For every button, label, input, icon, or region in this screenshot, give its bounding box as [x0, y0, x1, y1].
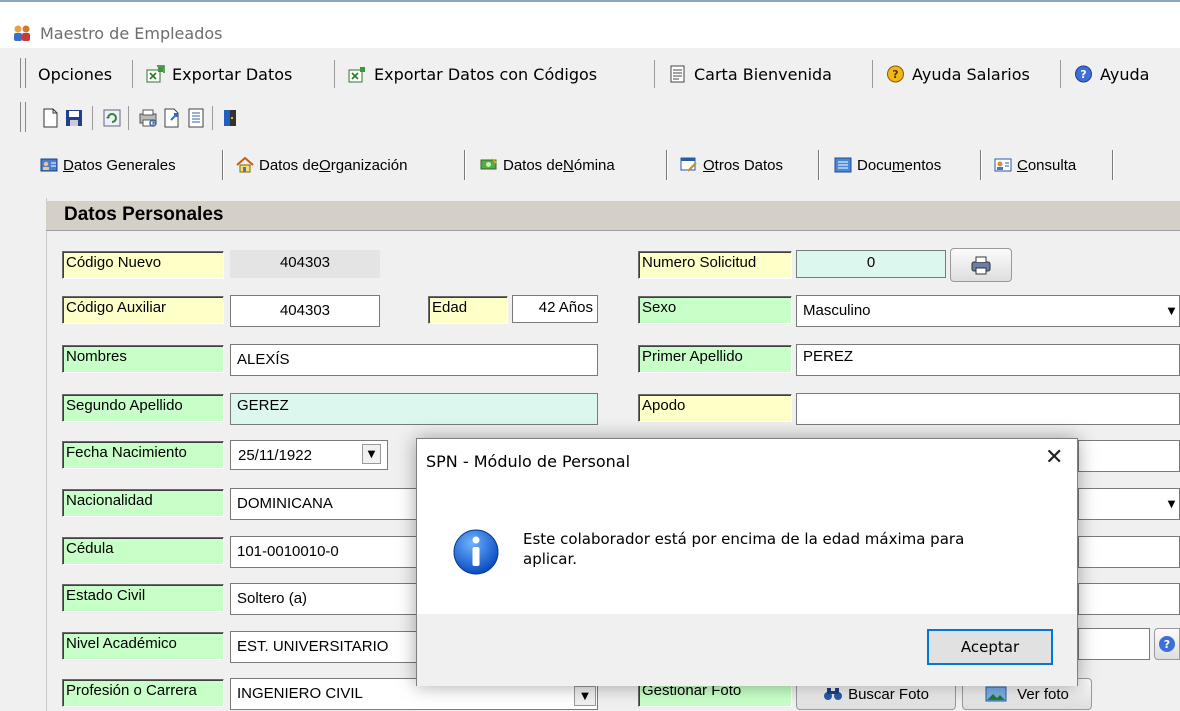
tab-consulta[interactable]: Consulta: [994, 152, 1076, 178]
tab-documentos[interactable]: Docu m entos: [834, 152, 941, 178]
apodo-field[interactable]: [796, 393, 1180, 425]
window-title: Maestro de Empleados: [40, 24, 223, 43]
chevron-down-icon: ▼: [581, 690, 589, 702]
menu-exportar-datos-codigos[interactable]: Exportar Datos con Códigos: [348, 62, 597, 86]
nombres-field[interactable]: ALEXÍS: [230, 344, 598, 376]
tab-datos-generales[interactable]: Datos Generales: [40, 152, 176, 178]
id-card-icon: [40, 158, 58, 172]
help-button[interactable]: ?: [1154, 628, 1180, 660]
save-icon[interactable]: [64, 108, 84, 128]
export-document-icon[interactable]: [162, 108, 182, 128]
picture-icon: [985, 686, 1007, 702]
label-profesion: Profesión o Carrera: [62, 679, 224, 707]
hidden-field-5[interactable]: [1078, 628, 1150, 660]
hidden-field-3[interactable]: [1078, 536, 1180, 568]
label-estado-civil: Estado Civil: [62, 584, 224, 612]
sexo-select[interactable]: Masculino: [796, 295, 1180, 327]
svg-text:?: ?: [892, 68, 898, 81]
documents-icon: [834, 157, 852, 173]
label-codigo-auxiliar: Código Auxiliar: [62, 296, 224, 324]
toolbar-grip[interactable]: [20, 102, 26, 132]
chevron-down-icon: ▼: [1167, 498, 1176, 510]
menu-grip[interactable]: [20, 58, 26, 88]
home-icon: [236, 157, 254, 173]
menu-carta-bienvenida[interactable]: Carta Bienvenida: [668, 62, 832, 86]
numero-solicitud-field[interactable]: 0: [796, 250, 946, 278]
binoculars-icon: [824, 688, 843, 700]
label-nombres: Nombres: [62, 345, 224, 373]
icon-toolbar: [0, 98, 1180, 136]
tab-strip: Datos Generales Datos de Organización Da…: [0, 142, 1180, 188]
svg-text:?: ?: [1080, 68, 1086, 81]
window-edit-icon: [680, 157, 697, 172]
info-icon: [453, 529, 499, 575]
segundo-apellido-field[interactable]: GEREZ: [230, 393, 598, 425]
chevron-down-icon: ▼: [1167, 305, 1176, 317]
primer-apellido-field[interactable]: PEREZ: [796, 344, 1180, 376]
label-sexo: Sexo: [638, 296, 792, 324]
new-document-icon[interactable]: [40, 108, 60, 128]
help-icon: ?: [1075, 65, 1092, 83]
excel-export-icon: [348, 67, 365, 83]
label-apodo: Apodo: [638, 394, 792, 422]
dialog-footer: Aceptar: [417, 614, 1077, 686]
label-primer-apellido: Primer Apellido: [638, 345, 792, 373]
dialog-message: Este colaborador está por encima de la e…: [523, 530, 965, 568]
alert-dialog: SPN - Módulo de Personal ✕ Este colabora…: [416, 438, 1078, 686]
edad-field: 42 Años: [512, 295, 598, 323]
menu-ayuda-salarios[interactable]: ? Ayuda Salarios: [886, 62, 1030, 86]
menu-opciones[interactable]: Opciones: [38, 62, 112, 86]
label-nacionalidad: Nacionalidad: [62, 489, 224, 517]
document-icon: [670, 65, 685, 83]
dialog-title: SPN - Módulo de Personal: [426, 452, 631, 471]
refresh-icon[interactable]: [102, 108, 122, 128]
label-fecha-nacimiento: Fecha Nacimiento: [62, 441, 224, 469]
contact-card-icon: [994, 158, 1012, 172]
hidden-select-2-dropdown[interactable]: ▼: [1162, 494, 1180, 514]
menu-exportar-datos[interactable]: Exportar Datos: [146, 62, 292, 86]
label-segundo-apellido: Segundo Apellido: [62, 394, 224, 422]
fecha-dropdown-button[interactable]: ▼: [362, 444, 381, 464]
section-header: Datos Personales: [46, 201, 1180, 231]
menu-ayuda[interactable]: ? Ayuda: [1074, 62, 1149, 86]
print-solicitud-button[interactable]: [950, 248, 1012, 282]
exit-door-icon[interactable]: [220, 108, 240, 128]
printer-icon: [971, 256, 991, 275]
aceptar-button[interactable]: Aceptar: [927, 629, 1053, 665]
label-codigo-nuevo: Código Nuevo: [62, 251, 224, 279]
employees-app-icon: [14, 25, 30, 41]
tab-datos-nomina[interactable]: Datos de Nómina: [480, 152, 615, 178]
question-icon: ?: [887, 65, 904, 83]
tab-datos-organizacion[interactable]: Datos de Organización: [236, 152, 407, 178]
excel-export-icon: [146, 65, 165, 83]
codigo-nuevo-field: 404303: [230, 250, 380, 278]
hidden-field-4[interactable]: [1078, 583, 1180, 615]
list-document-icon[interactable]: [186, 108, 206, 128]
tab-otros-datos[interactable]: Otros Datos: [680, 152, 783, 178]
hidden-field-1[interactable]: [1078, 440, 1180, 472]
sexo-dropdown-button[interactable]: ▼: [1162, 301, 1180, 321]
codigo-auxiliar-field[interactable]: 404303: [230, 295, 380, 327]
chevron-down-icon: ▼: [367, 448, 376, 460]
section-title: Datos Personales: [64, 204, 224, 225]
label-nivel-academico: Nivel Académico: [62, 632, 224, 660]
menu-bar: Opciones Exportar Datos Exportar Datos c…: [0, 52, 1180, 96]
money-icon: [480, 158, 497, 170]
close-icon[interactable]: ✕: [1045, 445, 1063, 470]
label-cedula: Cédula: [62, 537, 224, 565]
label-numero-solicitud: Numero Solicitud: [638, 251, 792, 279]
window-titlebar: Maestro de Empleados: [0, 0, 1180, 48]
help-icon: ?: [1159, 636, 1175, 652]
svg-text:?: ?: [1164, 638, 1170, 651]
label-edad: Edad: [428, 296, 508, 324]
print-preview-icon[interactable]: [138, 108, 158, 128]
profesion-dropdown-button[interactable]: ▼: [574, 686, 596, 706]
